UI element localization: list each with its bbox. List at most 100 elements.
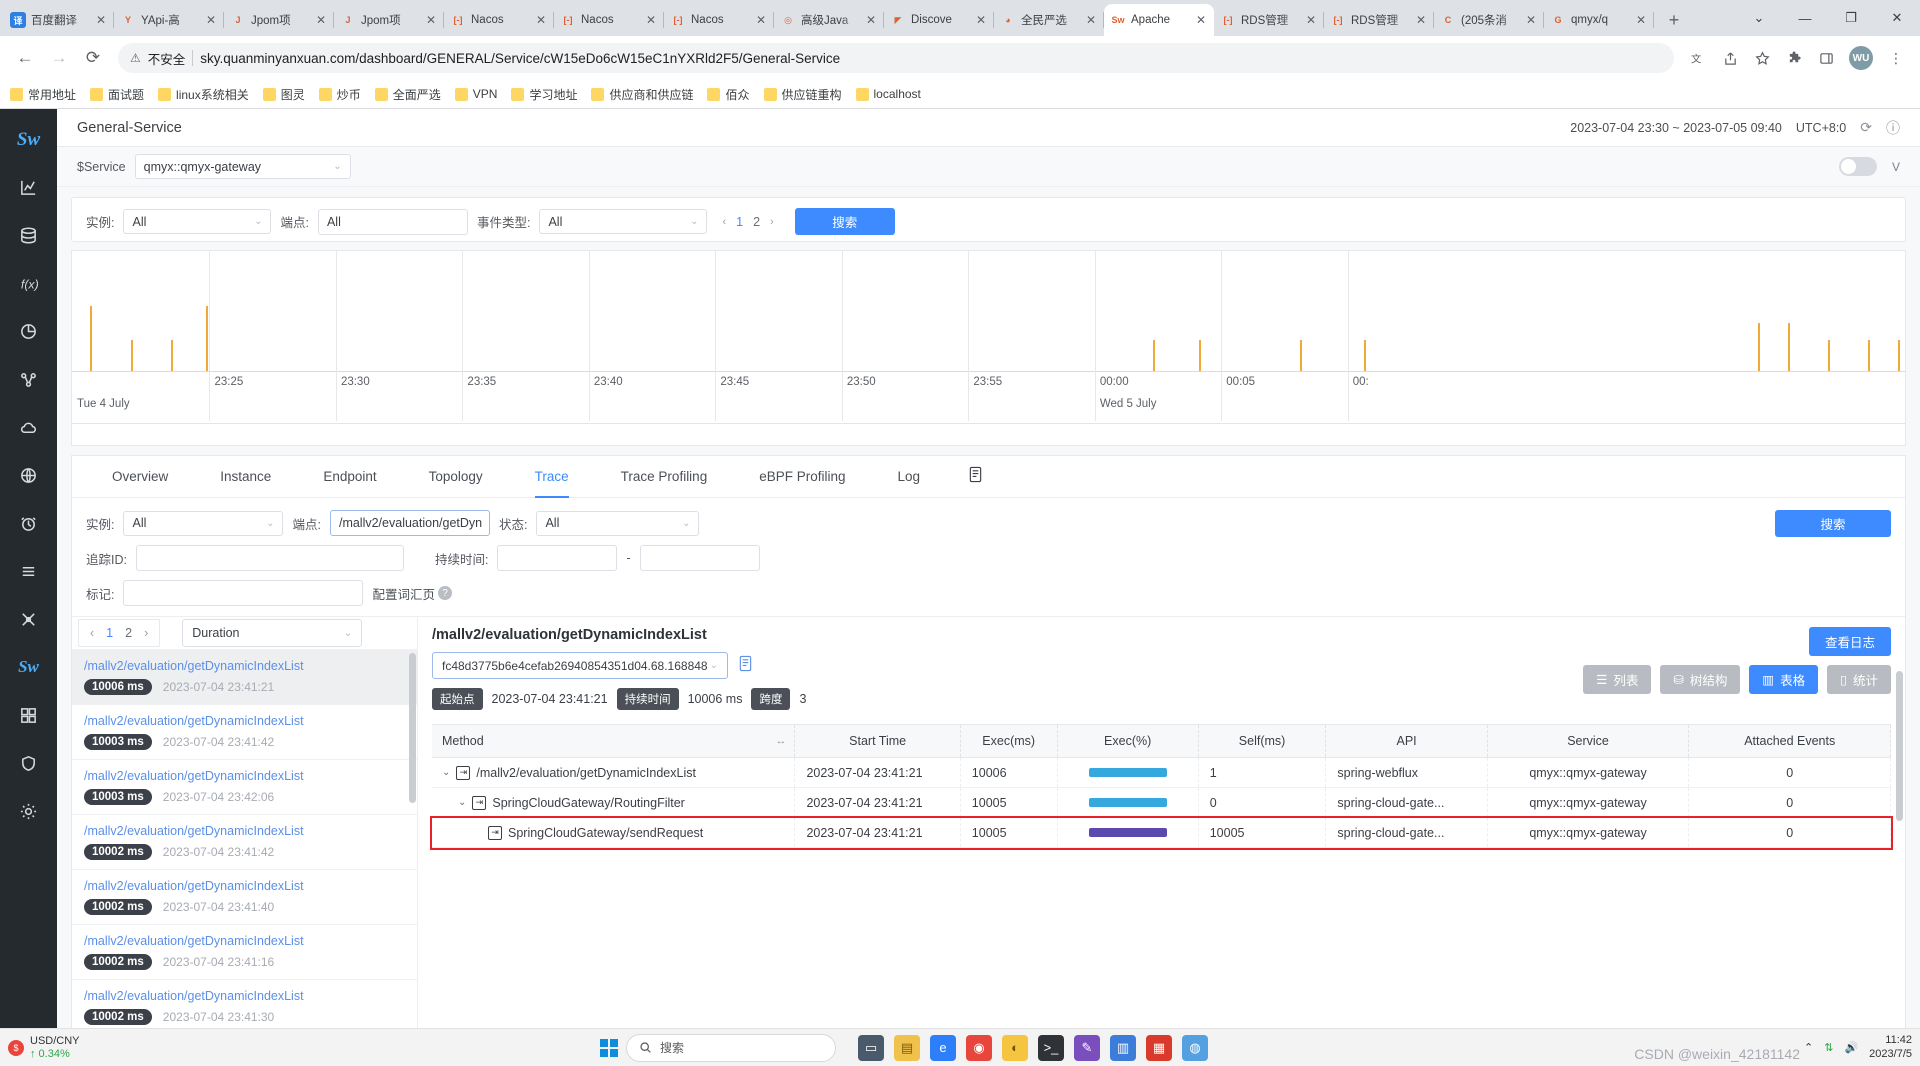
sidebar-item-pie-chart[interactable] <box>7 309 51 353</box>
volume-icon[interactable]: 🔊 <box>1844 1041 1858 1054</box>
tab-ebpf-profiling[interactable]: eBPF Profiling <box>733 456 871 498</box>
timeline-bar[interactable] <box>1868 339 1871 371</box>
event-endpoint-input[interactable]: All <box>317 208 468 235</box>
tab-topology[interactable]: Topology <box>403 456 509 498</box>
sidebar-item-skywalking[interactable]: Sw <box>7 645 51 689</box>
star-icon[interactable] <box>1748 44 1776 72</box>
timeline-bar[interactable] <box>1300 339 1303 371</box>
maximize-button[interactable]: ❐ <box>1828 2 1874 34</box>
column-header[interactable]: Attached Events <box>1688 724 1892 758</box>
sidebar-item-topology[interactable] <box>7 357 51 401</box>
trace-list-item[interactable]: /mallv2/evaluation/getDynamicIndexList 10… <box>72 980 417 1028</box>
close-icon[interactable]: ✕ <box>94 14 108 26</box>
sidebar-item-function[interactable]: f(x) <box>7 261 51 305</box>
close-icon[interactable]: ✕ <box>864 14 878 26</box>
taskview-icon[interactable]: ▭ <box>858 1034 884 1061</box>
minimize-button[interactable]: — <box>1782 2 1828 34</box>
bookmark-6[interactable]: VPN <box>454 87 497 101</box>
trace-id-select[interactable]: fc48d3775b6e4cefab26940854351d04.68.1688… <box>432 652 728 679</box>
column-header[interactable]: Exec(%) <box>1057 724 1199 758</box>
trace-instance-select[interactable]: All ⌄ <box>123 510 284 536</box>
column-header[interactable]: Start Time <box>794 724 961 758</box>
span-row[interactable]: ⌄ ⇥ /mallv2/evaluation/getDynamicIndexList… <box>432 757 1892 788</box>
notes-icon[interactable]: ◐ <box>1002 1034 1028 1061</box>
address-bar[interactable]: ⚠ 不安全 sky.quanminyanxuan.com/dashboard/G… <box>118 43 1674 73</box>
trace-list-item[interactable]: /mallv2/evaluation/getDynamicIndexList 10… <box>72 925 417 981</box>
detail-scrollbar[interactable] <box>1896 671 1904 821</box>
browser-tab-3[interactable]: J Jpom项 ✕ <box>334 4 444 36</box>
trace-page-2-button[interactable]: 2 <box>125 626 132 640</box>
browser-tab-8[interactable]: ◤ Discove ✕ <box>884 4 994 36</box>
trace-list-item[interactable]: /mallv2/evaluation/getDynamicIndexList 10… <box>72 815 417 871</box>
tag-input[interactable] <box>123 580 364 606</box>
skywalking-logo-icon[interactable]: Sw <box>0 119 57 161</box>
span-row[interactable]: ⇥ SpringCloudGateway/sendRequest 2023-07-0… <box>430 815 1893 850</box>
chevron-down-icon[interactable]: ⌄ <box>458 797 466 808</box>
close-icon[interactable]: ✕ <box>1414 14 1428 26</box>
bookmark-11[interactable]: localhost <box>855 87 921 101</box>
extensions-icon[interactable] <box>1780 44 1808 72</box>
reload-icon[interactable]: ⟳ <box>78 43 108 73</box>
timeline-bar[interactable] <box>1758 339 1761 371</box>
browser-tab-5[interactable]: [-] Nacos ✕ <box>554 4 664 36</box>
terminal-icon[interactable]: >_ <box>1038 1034 1064 1061</box>
trace-list-item[interactable]: /mallv2/evaluation/getDynamicIndexList 10… <box>72 705 417 761</box>
close-icon[interactable]: ✕ <box>1524 14 1538 26</box>
view-mode-stats[interactable]: ▯ 统计 <box>1827 665 1892 694</box>
bookmark-0[interactable]: 常用地址 <box>10 86 76 103</box>
sidebar-item-cloud[interactable] <box>7 405 51 449</box>
trace-list-scrollbar[interactable] <box>409 653 416 803</box>
time-range-label[interactable]: 2023-07-04 23:30 ~ 2023-07-05 09:40 <box>1570 121 1782 135</box>
tab-endpoint[interactable]: Endpoint <box>297 456 402 498</box>
bookmark-2[interactable]: linux系统相关 <box>158 86 249 103</box>
share-icon[interactable] <box>1716 44 1744 72</box>
bookmark-4[interactable]: 炒币 <box>318 86 361 103</box>
browser-menu-icon[interactable]: ⋮ <box>1882 44 1910 72</box>
timeline-bar[interactable] <box>1153 339 1156 371</box>
bookmark-7[interactable]: 学习地址 <box>511 86 577 103</box>
avatar[interactable]: WU <box>1849 46 1873 70</box>
tab-trace[interactable]: Trace <box>509 456 595 498</box>
copy-dashboard-icon[interactable] <box>968 466 983 487</box>
trace-list-item[interactable]: /mallv2/evaluation/getDynamicIndexList 10… <box>72 760 417 816</box>
close-icon[interactable]: ✕ <box>424 14 438 26</box>
event-type-select[interactable]: All ⌄ <box>539 209 708 234</box>
trace-list-item[interactable]: /mallv2/evaluation/getDynamicIndexList 10… <box>72 870 417 926</box>
sidebar-item-globe[interactable] <box>7 453 51 497</box>
info-icon[interactable]: ⓘ <box>1886 118 1900 138</box>
taskbar-widget[interactable]: $ USD/CNY ↑ 0.34% <box>8 1035 80 1060</box>
help-icon[interactable]: ? <box>438 586 452 600</box>
close-icon[interactable]: ✕ <box>974 14 988 26</box>
trace-prev-page-icon[interactable]: ‹ <box>90 626 94 640</box>
page-2-button[interactable]: 2 <box>753 215 760 229</box>
browser-tab-9[interactable]: ◕ 全民严选 ✕ <box>994 4 1104 36</box>
close-icon[interactable]: ✕ <box>1304 14 1318 26</box>
column-header[interactable]: Self(ms) <box>1198 724 1327 758</box>
sidebar-item-security[interactable] <box>7 741 51 785</box>
sidebar-item-dashboard[interactable] <box>7 165 51 209</box>
timeline-bar[interactable] <box>170 339 173 371</box>
page-1-button[interactable]: 1 <box>736 215 743 229</box>
browser-tab-7[interactable]: ◎ 高级Java ✕ <box>774 4 884 36</box>
duration-min-input[interactable] <box>497 545 618 571</box>
taskbar-clock[interactable]: 11:42 2023/7/5 <box>1869 1034 1912 1060</box>
resize-icon[interactable]: ↔ <box>775 735 794 747</box>
next-page-icon[interactable]: › <box>770 216 774 228</box>
tab-trace-profiling[interactable]: Trace Profiling <box>595 456 734 498</box>
timeline-bar[interactable] <box>1787 322 1790 371</box>
timeline-bar[interactable] <box>1199 339 1202 371</box>
sidebar-item-alarm[interactable] <box>7 501 51 545</box>
bookmark-9[interactable]: 佰众 <box>707 86 750 103</box>
close-icon[interactable]: ✕ <box>1194 14 1208 26</box>
tab-search-button[interactable]: ⌄ <box>1736 2 1782 34</box>
browser-tab-6[interactable]: [-] Nacos ✕ <box>664 4 774 36</box>
side-panel-icon[interactable] <box>1812 44 1840 72</box>
bookmark-5[interactable]: 全面严选 <box>374 86 441 103</box>
trace-sort-select[interactable]: Duration ⌄ <box>182 619 363 648</box>
trace-next-page-icon[interactable]: › <box>144 626 148 640</box>
view-mode-list[interactable]: ☰ 列表 <box>1583 665 1652 694</box>
close-icon[interactable]: ✕ <box>204 14 218 26</box>
browser-tab-1[interactable]: Y YApi-高 ✕ <box>114 4 224 36</box>
event-instance-select[interactable]: All ⌄ <box>123 209 272 234</box>
tab-overview[interactable]: Overview <box>86 456 194 498</box>
